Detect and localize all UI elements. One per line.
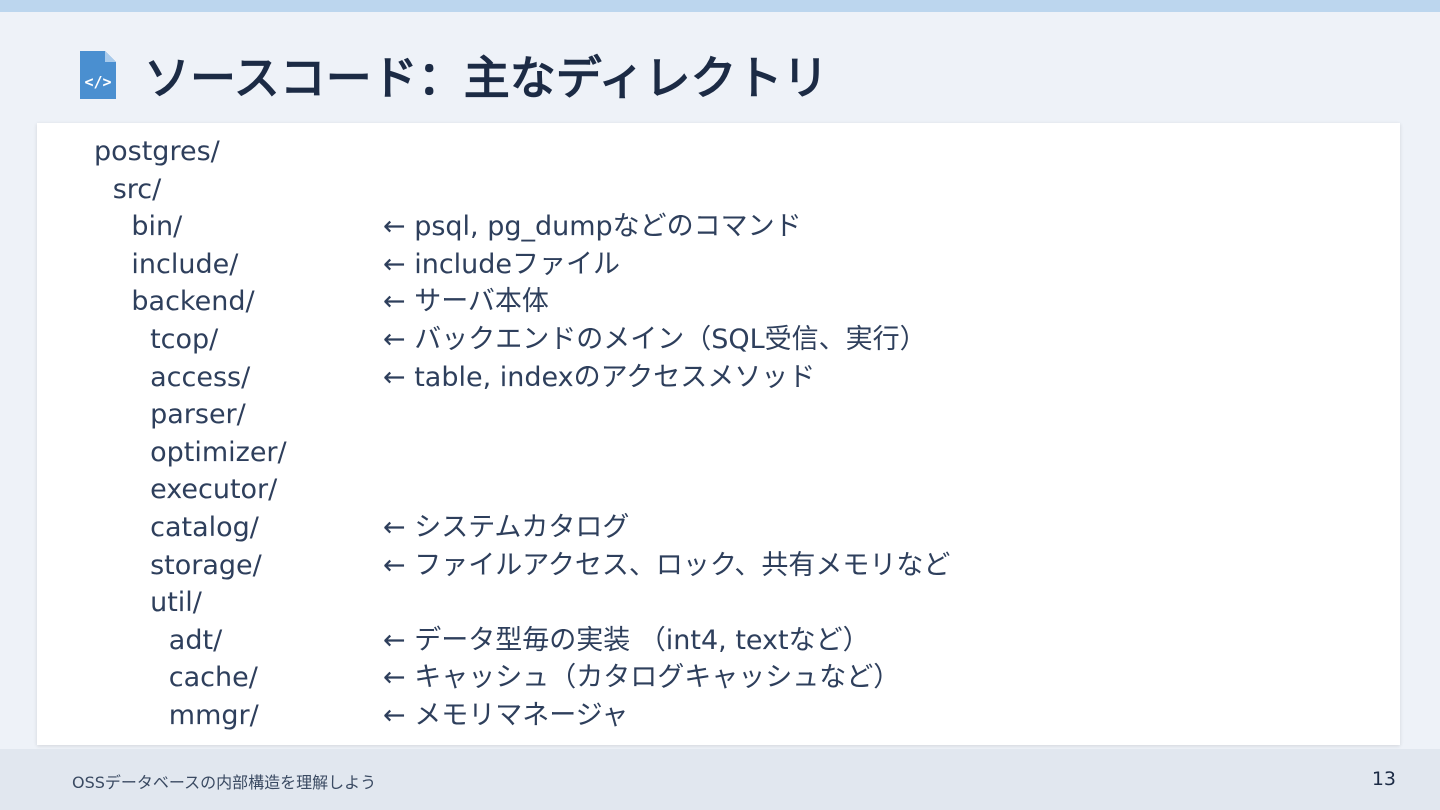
directory-note: ← システムカタログ [383, 511, 630, 543]
directory-name: backend/ [131, 286, 255, 318]
footer: OSSデータベースの内部構造を理解しよう 13 [0, 749, 1440, 810]
directory-name: bin/ [131, 211, 183, 243]
top-accent-bar [0, 0, 1440, 12]
tree-row: optimizer/ [94, 434, 1374, 472]
directory-note: ← psql, pg_dumpなどのコマンド [383, 211, 802, 243]
directory-note: ← メモリマネージャ [383, 699, 629, 731]
tree-row: bin/ ← psql, pg_dumpなどのコマンド [94, 208, 1374, 246]
footer-text: OSSデータベースの内部構造を理解しよう [72, 773, 377, 792]
tree-row: cache/ ← キャッシュ（カタログキャッシュなど） [94, 659, 1374, 697]
directory-name: cache/ [168, 662, 258, 694]
tree-row: executor/ [94, 471, 1374, 509]
tree-row: mmgr/ ← メモリマネージャ [94, 697, 1374, 735]
tree-row: include/ ← includeファイル [94, 246, 1374, 284]
directory-note: ← includeファイル [383, 248, 621, 280]
tree-row: tcop/ ← バックエンドのメイン（SQL受信、実行） [94, 321, 1374, 359]
code-file-icon: </> [80, 51, 116, 99]
directory-note: ← ファイルアクセス、ロック、共有メモリなど [383, 549, 951, 581]
directory-note: ← キャッシュ（カタログキャッシュなど） [383, 662, 901, 694]
directory-name: adt/ [168, 624, 223, 656]
slide: </> ソースコード：主なディレクトリ postgres/src/bin/ ← p… [0, 0, 1440, 810]
directory-note: ← バックエンドのメイン（SQL受信、実行） [383, 323, 927, 355]
directory-name: util/ [150, 587, 202, 619]
tree-row: parser/ [94, 396, 1374, 434]
directory-name: access/ [150, 361, 251, 393]
directory-name: storage/ [150, 549, 262, 581]
directory-name: tcop/ [150, 323, 219, 355]
tree-row: adt/ ← データ型毎の実装 （int4, textなど） [94, 622, 1374, 660]
tree-row: backend/ ← サーバ本体 [94, 283, 1374, 321]
page-number: 13 [1371, 768, 1396, 790]
content-card: postgres/src/bin/← psql, pg_dumpなどのコマンド i… [37, 123, 1400, 745]
title-row: </> ソースコード：主なディレクトリ [78, 40, 828, 110]
tree-row: util/ [94, 584, 1374, 622]
tree-row: src/ [94, 171, 1374, 209]
tree-row: access/ ← table, indexのアクセスメソッド [94, 359, 1374, 397]
directory-name: optimizer/ [150, 436, 287, 468]
directory-tree: postgres/src/bin/← psql, pg_dumpなどのコマンド i… [94, 133, 1374, 735]
directory-name: postgres/ [94, 136, 220, 167]
directory-note: ← table, indexのアクセスメソッド [383, 361, 816, 393]
directory-name: src/ [112, 173, 162, 205]
directory-name: catalog/ [150, 511, 259, 543]
directory-name: parser/ [150, 399, 246, 431]
page-title: ソースコード：主なディレクトリ [144, 51, 829, 105]
tree-row: storage/ ← ファイルアクセス、ロック、共有メモリなど [94, 547, 1374, 585]
directory-name: executor/ [150, 474, 278, 506]
svg-text:</>: </> [84, 73, 111, 91]
directory-name: include/ [131, 248, 239, 280]
directory-note: ← データ型毎の実装 （int4, textなど） [383, 624, 870, 656]
tree-row: postgres/ [94, 133, 1374, 171]
directory-note: ← サーバ本体 [383, 286, 549, 318]
directory-name: mmgr/ [168, 699, 259, 731]
tree-row: catalog/ ← システムカタログ [94, 509, 1374, 547]
